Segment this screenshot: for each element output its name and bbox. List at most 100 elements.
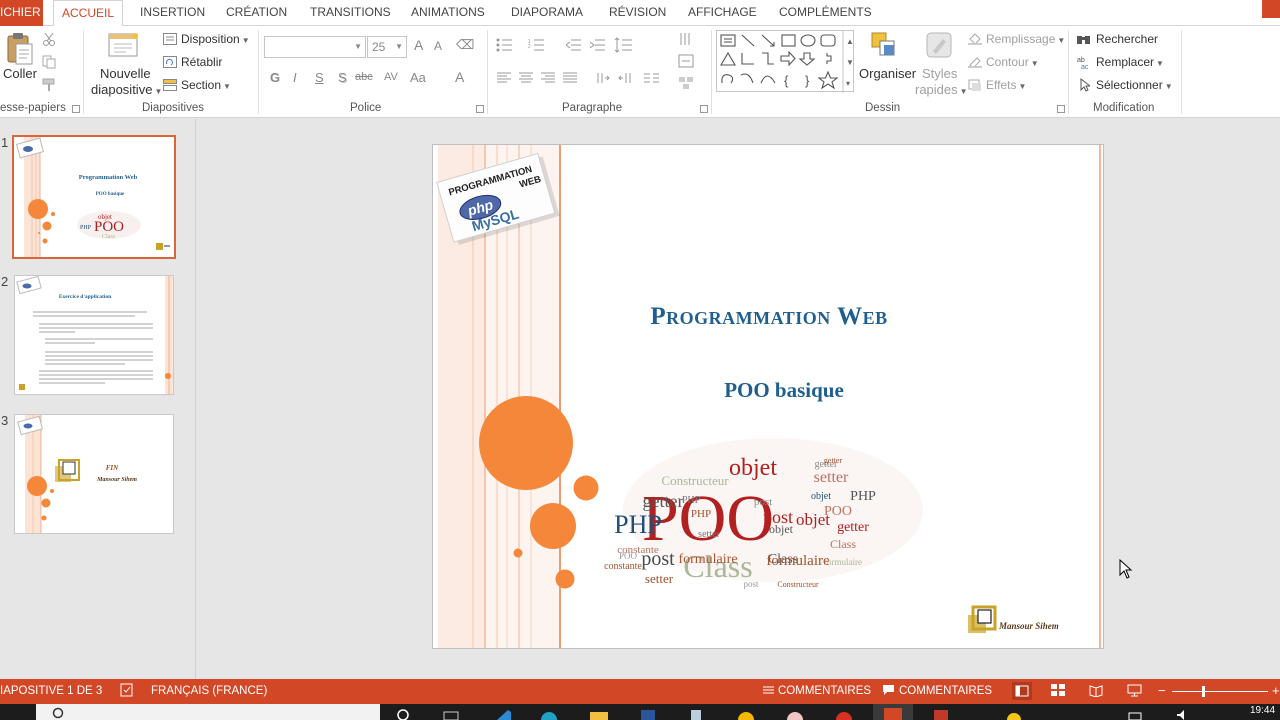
tab-insert[interactable]: INSERTION: [140, 0, 205, 26]
shapes-gallery[interactable]: { } ▲ ▼ ▾: [716, 30, 854, 93]
multitask-icon[interactable]: [443, 709, 459, 720]
zoom-in-button[interactable]: +: [1272, 683, 1280, 698]
select-button[interactable]: Sélectionner ▼: [1096, 78, 1173, 92]
network-icon[interactable]: [1128, 709, 1142, 720]
tab-design[interactable]: CRÉATION: [226, 0, 287, 26]
quick-styles-icon[interactable]: [925, 31, 953, 64]
tab-slideshow[interactable]: DIAPORAMA: [511, 0, 583, 26]
comments-button[interactable]: COMMENTAIRES: [899, 685, 992, 697]
tab-home[interactable]: ACCUEIL: [53, 0, 123, 27]
app-red-icon[interactable]: [932, 708, 950, 720]
reset-button[interactable]: Rétablir: [181, 55, 222, 69]
format-painter-icon[interactable]: [42, 78, 56, 95]
slide-title[interactable]: Programmation Web: [650, 303, 887, 330]
new-slide-icon[interactable]: [106, 30, 140, 62]
slide-canvas[interactable]: PROGRAMMATION WEB php MySQL Programmatio…: [432, 144, 1104, 649]
spellcheck-icon[interactable]: [120, 683, 134, 700]
comments-icon[interactable]: [882, 684, 895, 699]
slide-subtitle[interactable]: POO basique: [724, 378, 844, 402]
thumbnail-slide-2[interactable]: Exercice d'application: [14, 275, 174, 395]
arrange-icon[interactable]: [870, 31, 898, 64]
arrange-button[interactable]: Organiser: [859, 66, 916, 81]
shape-fill-button[interactable]: Remplissage ▼: [986, 32, 1065, 46]
justify-icon[interactable]: [563, 72, 577, 87]
shape-effects-button[interactable]: Effets ▼: [986, 78, 1026, 92]
rtl-icon[interactable]: [618, 72, 632, 87]
font-size-input[interactable]: 25 ▼: [367, 36, 407, 58]
clipboard-launcher-icon[interactable]: [72, 105, 80, 113]
thumbnail-slide-1[interactable]: Programmation Web POO basique POO objet …: [12, 135, 176, 259]
volume-icon[interactable]: [1176, 709, 1190, 720]
edge-icon[interactable]: [540, 708, 558, 720]
reset-icon[interactable]: [163, 56, 177, 71]
quick-styles-label-1[interactable]: Styles: [922, 66, 957, 81]
powerpoint-taskbar-button[interactable]: [873, 704, 913, 720]
weather-icon[interactable]: [1005, 709, 1023, 720]
reading-view-icon[interactable]: [1089, 684, 1103, 700]
paragraph-launcher-icon[interactable]: [700, 105, 708, 113]
font-name-input[interactable]: ▼: [264, 36, 366, 58]
cut-icon[interactable]: [42, 32, 56, 49]
section-button[interactable]: Section ▼: [181, 78, 231, 92]
task-view-icon[interactable]: [396, 708, 410, 720]
shape-outline-button[interactable]: Contour ▼: [986, 55, 1039, 69]
slide-thumbnail-pane[interactable]: 1 Programmation Web POO basique POO obje…: [0, 119, 196, 679]
shape-effects-icon[interactable]: [968, 79, 982, 94]
layout-icon[interactable]: [163, 33, 177, 48]
taskbar-clock[interactable]: 19:44: [1250, 705, 1275, 716]
word-icon[interactable]: [639, 708, 657, 720]
paste-icon[interactable]: [6, 32, 34, 66]
thumbnail-slide-3[interactable]: FIN Mansour Sihem: [14, 414, 174, 534]
decrease-indent-icon[interactable]: [565, 39, 582, 54]
align-center-icon[interactable]: [519, 72, 533, 87]
strikethrough-button[interactable]: abc: [355, 71, 373, 83]
notes-button[interactable]: COMMENTAIRES: [778, 685, 871, 697]
clear-format-icon[interactable]: ⌫: [456, 37, 474, 53]
paste-button[interactable]: Coller: [3, 66, 37, 81]
tab-addins[interactable]: COMPLÉMENTS: [779, 0, 872, 26]
columns-icon[interactable]: [644, 72, 660, 87]
tab-animations[interactable]: ANIMATIONS: [411, 0, 485, 26]
replace-button[interactable]: Remplacer ▼: [1096, 55, 1164, 69]
replace-icon[interactable]: ab ac: [1077, 55, 1093, 72]
smartart-icon[interactable]: [678, 76, 694, 93]
binoculars-icon[interactable]: [1077, 33, 1091, 48]
zoom-out-button[interactable]: −: [1158, 683, 1166, 698]
bullets-icon[interactable]: [496, 38, 516, 55]
quick-styles-button[interactable]: rapides ▼: [915, 82, 968, 97]
align-right-icon[interactable]: [541, 72, 555, 87]
section-icon[interactable]: [163, 79, 177, 94]
font-launcher-icon[interactable]: [476, 105, 484, 113]
shape-fill-icon[interactable]: [968, 33, 982, 48]
align-text-icon[interactable]: [678, 54, 694, 71]
slide-author[interactable]: Mansour Sihem: [998, 621, 1059, 631]
zoom-slider-thumb[interactable]: [1202, 686, 1205, 697]
char-spacing-button[interactable]: AV: [384, 71, 398, 83]
new-slide-label-1[interactable]: Nouvelle: [100, 66, 151, 81]
vscode-icon[interactable]: [494, 708, 512, 720]
grow-font-button[interactable]: A: [414, 37, 423, 53]
notes-icon[interactable]: [762, 684, 775, 699]
tab-file[interactable]: ICHIER: [0, 0, 43, 26]
select-cursor-icon[interactable]: [1080, 77, 1092, 95]
increase-indent-icon[interactable]: [589, 39, 606, 54]
language-indicator[interactable]: FRANÇAIS (FRANCE): [151, 685, 267, 697]
layout-button[interactable]: Disposition ▼: [181, 32, 250, 46]
tab-view[interactable]: AFFICHAGE: [688, 0, 757, 26]
shrink-font-button[interactable]: A: [434, 39, 442, 53]
slide-sorter-icon[interactable]: [1051, 684, 1065, 700]
chrome-icon[interactable]: [835, 708, 853, 720]
taskbar-search-box[interactable]: [36, 704, 380, 720]
new-slide-button[interactable]: diapositive ▼: [91, 82, 162, 97]
media-app-icon[interactable]: [786, 708, 804, 720]
normal-view-button[interactable]: [1012, 682, 1032, 700]
drawing-launcher-icon[interactable]: [1057, 105, 1065, 113]
slideshow-view-icon[interactable]: [1127, 684, 1142, 700]
numbering-icon[interactable]: 12: [528, 38, 548, 55]
app-icon[interactable]: [687, 708, 705, 720]
zoom-slider[interactable]: [1172, 691, 1268, 692]
shape-outline-icon[interactable]: [968, 56, 982, 71]
text-direction-vert-icon[interactable]: [678, 32, 694, 49]
bold-button[interactable]: G: [270, 70, 280, 85]
underline-button[interactable]: S: [315, 70, 324, 85]
